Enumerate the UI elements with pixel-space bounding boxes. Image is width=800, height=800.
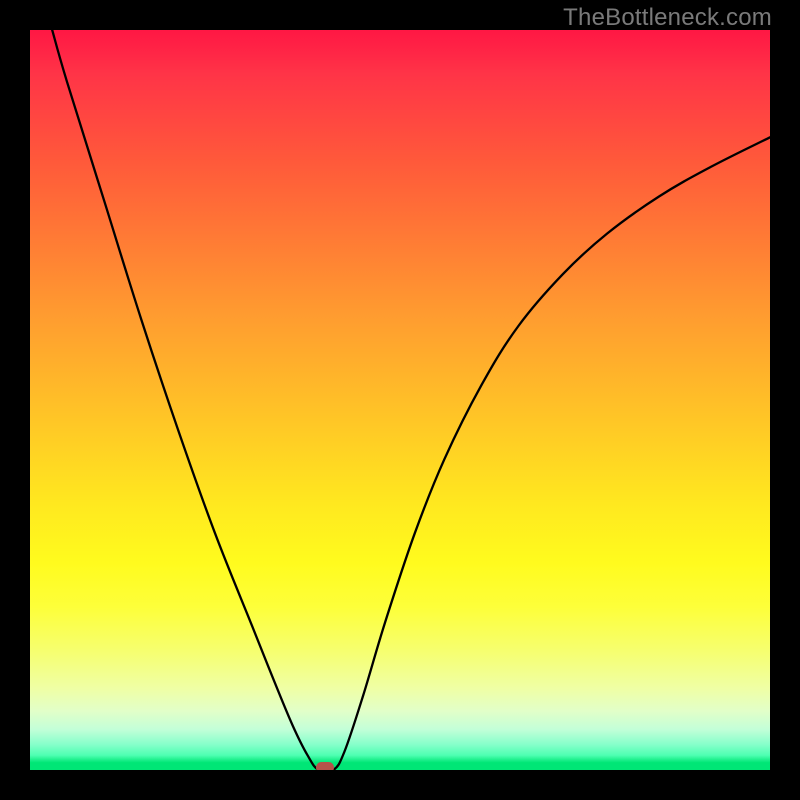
curve-layer: [30, 30, 770, 770]
bottleneck-curve: [52, 30, 770, 770]
plot-area: [30, 30, 770, 770]
watermark-text: TheBottleneck.com: [563, 4, 772, 32]
optimum-marker: [316, 762, 334, 770]
chart-container: TheBottleneck.com: [0, 0, 800, 800]
